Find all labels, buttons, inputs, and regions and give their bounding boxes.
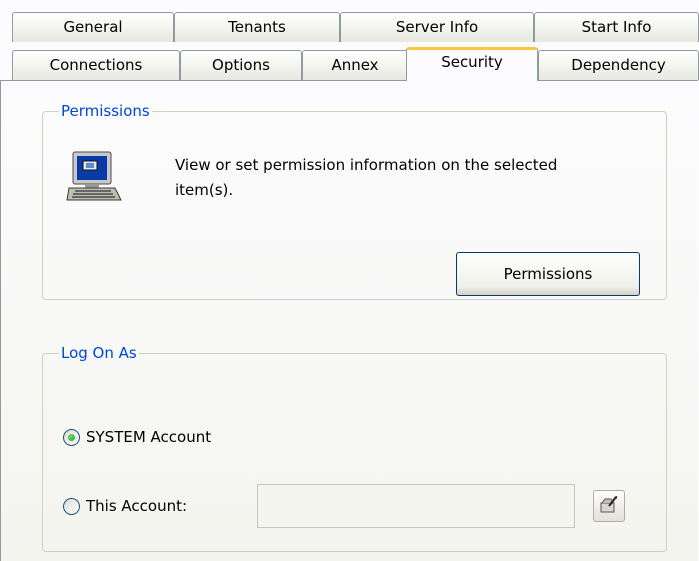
permissions-group: Permissions View or set permission infor… — [42, 102, 667, 300]
tab-row-lower: Connections Options Annex Security Depen… — [0, 47, 699, 81]
radio-selected-dot — [68, 433, 75, 441]
browse-account-button[interactable] — [593, 490, 625, 522]
account-name-input[interactable] — [257, 484, 575, 528]
permissions-legend: Permissions — [61, 102, 150, 120]
browse-account-icon — [599, 495, 619, 518]
this-account-option[interactable]: This Account: — [63, 494, 187, 518]
tab-annex[interactable]: Annex — [302, 50, 408, 80]
permissions-button[interactable]: Permissions — [456, 252, 640, 296]
tab-start-info[interactable]: Start Info — [534, 12, 699, 42]
tab-server-info[interactable]: Server Info — [340, 12, 534, 42]
computer-icon — [65, 150, 123, 204]
tab-row-upper: General Tenants Server Info Start Info — [0, 12, 699, 42]
tab-options[interactable]: Options — [180, 50, 302, 80]
system-account-option[interactable]: SYSTEM Account — [63, 425, 211, 449]
tab-dependency[interactable]: Dependency — [538, 50, 699, 80]
tab-tenants[interactable]: Tenants — [174, 12, 340, 42]
system-account-label: SYSTEM Account — [86, 428, 212, 446]
log-on-as-group: Log On As SYSTEM Account This Account: — [42, 344, 667, 552]
this-account-radio[interactable] — [63, 497, 80, 515]
security-tab-panel: Permissions View or set permission infor… — [0, 80, 698, 561]
this-account-label: This Account: — [86, 497, 188, 515]
permissions-description: View or set permission information on th… — [175, 156, 558, 199]
tab-general[interactable]: General — [12, 12, 174, 42]
system-account-radio[interactable] — [63, 428, 80, 446]
tab-security[interactable]: Security — [406, 47, 538, 81]
log-on-as-legend: Log On As — [61, 344, 137, 362]
tab-connections[interactable]: Connections — [12, 50, 180, 80]
